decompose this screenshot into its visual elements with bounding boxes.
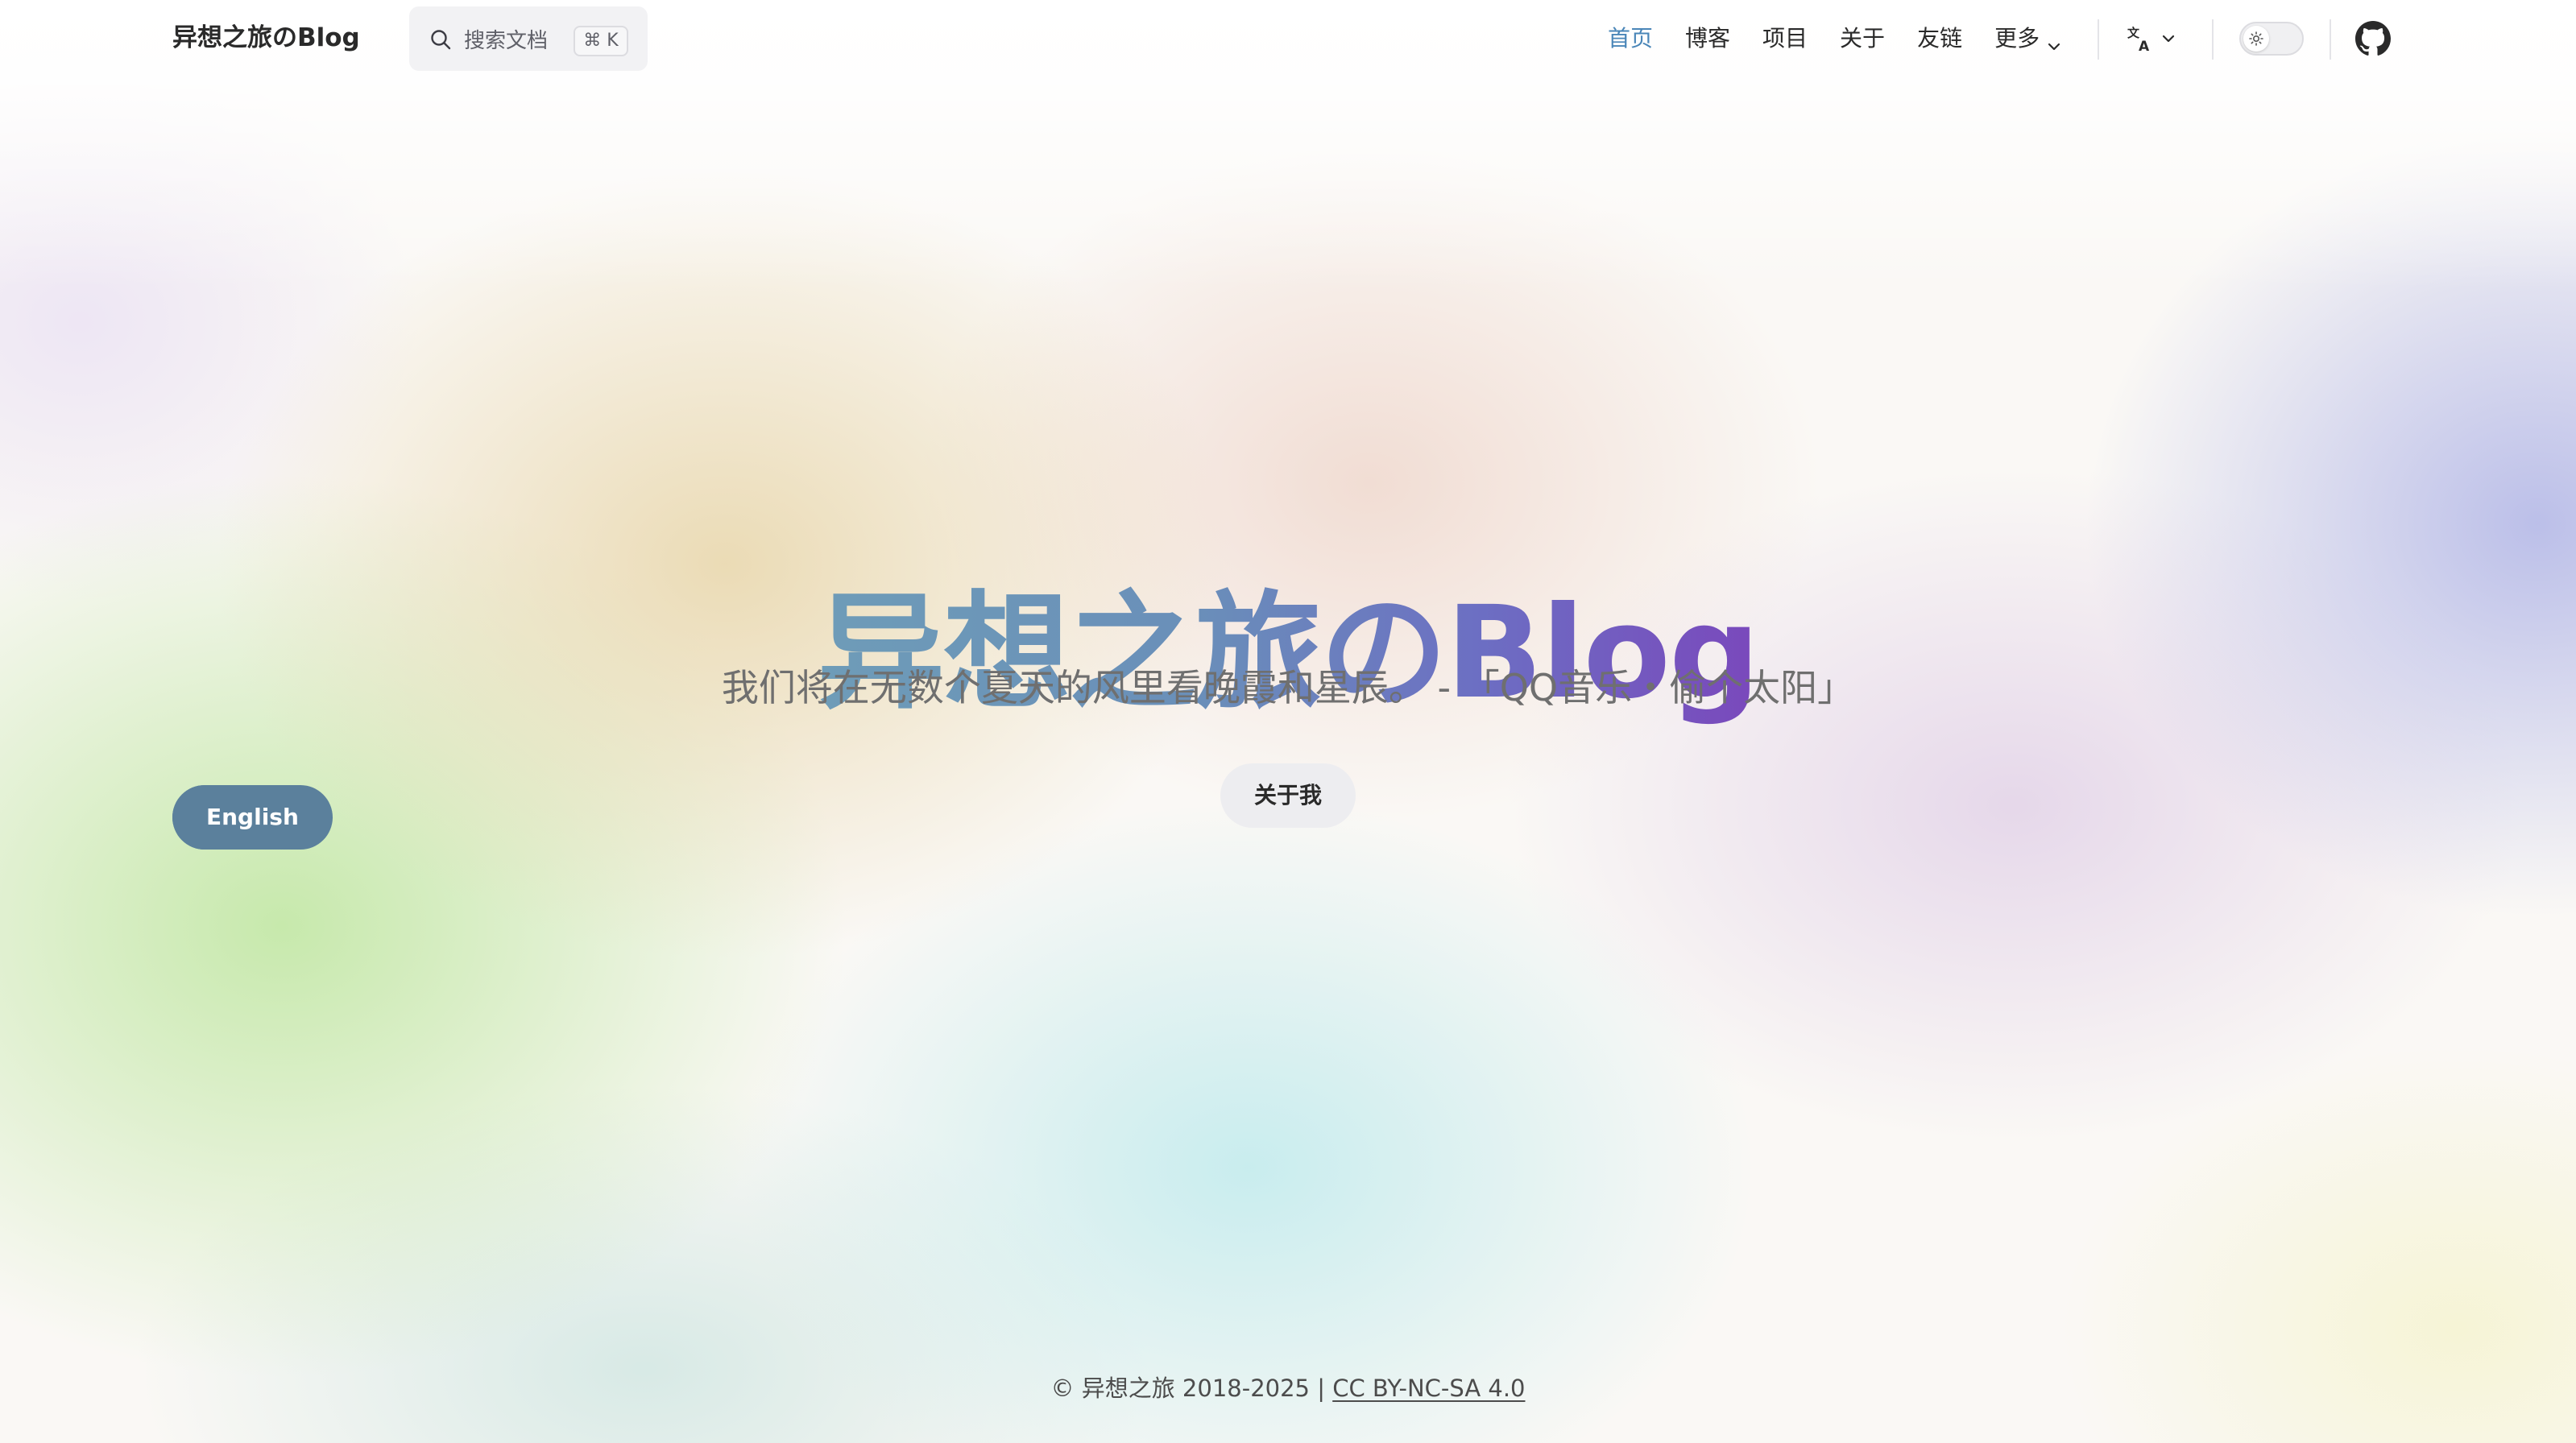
toggle-knob xyxy=(2243,26,2269,52)
nav-divider xyxy=(2330,19,2331,60)
nav-item-blog[interactable]: 博客 xyxy=(1685,23,1730,55)
github-icon xyxy=(2355,21,2391,60)
theme-toggle[interactable] xyxy=(2239,22,2304,56)
nav-item-more[interactable]: 更多 xyxy=(1994,23,2062,55)
hero-tagline: 我们将在无数个夏天的风里看晚霞和星辰。 - 「QQ音乐・偷个太阳」 xyxy=(721,666,1855,709)
svg-text:A: A xyxy=(2139,39,2150,53)
nav-item-home[interactable]: 首页 xyxy=(1608,23,1653,55)
nav-divider xyxy=(2098,19,2099,60)
search-icon xyxy=(430,29,451,50)
nav-item-more-label: 更多 xyxy=(1994,25,2040,52)
search-shortcut-key: ⌘ K xyxy=(574,26,628,56)
english-button[interactable]: English xyxy=(172,785,333,850)
footer: © 异想之旅 2018-2025 | CC BY-NC-SA 4.0 xyxy=(0,1372,2576,1404)
language-switcher[interactable]: 文 A xyxy=(2127,23,2183,55)
footer-copyright: © 异想之旅 2018-2025 | xyxy=(1050,1375,1333,1402)
top-navbar: 异想之旅のBlog 搜索文档 ⌘ K 首页 博客 项目 关于 友链 更多 文 A xyxy=(0,0,2576,77)
search-button[interactable]: 搜索文档 ⌘ K xyxy=(409,6,648,71)
search-placeholder: 搜索文档 xyxy=(464,29,549,53)
github-link[interactable] xyxy=(2355,21,2391,56)
nav-menu: 首页 博客 项目 关于 友链 更多 xyxy=(1608,23,2094,55)
nav-divider xyxy=(2212,19,2214,60)
site-title[interactable]: 异想之旅のBlog xyxy=(172,22,360,54)
about-me-button[interactable]: 关于我 xyxy=(1220,763,1356,828)
nav-item-projects[interactable]: 项目 xyxy=(1762,23,1808,55)
nav-item-about[interactable]: 关于 xyxy=(1840,23,1885,55)
license-link[interactable]: CC BY-NC-SA 4.0 xyxy=(1332,1375,1525,1402)
nav-item-friends[interactable]: 友链 xyxy=(1917,23,1962,55)
chevron-down-icon xyxy=(2046,31,2062,51)
hero-actions: 博客 关于我 English xyxy=(0,763,2576,850)
